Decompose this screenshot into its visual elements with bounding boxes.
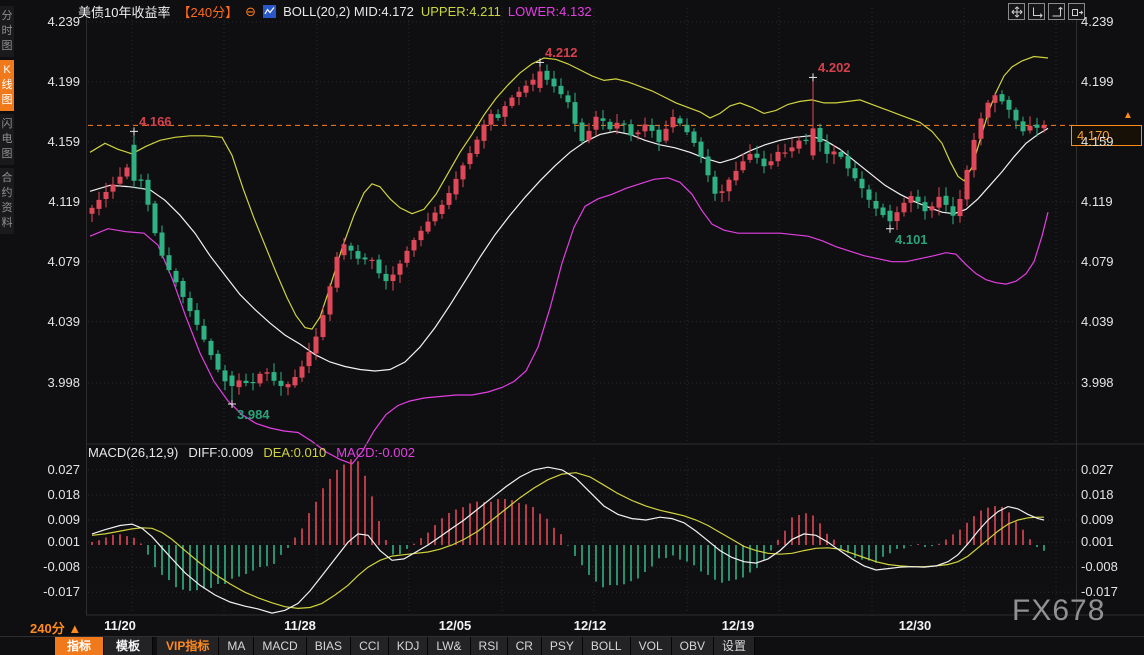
toolbar-item-指标[interactable]: 指标: [55, 637, 104, 655]
period-label[interactable]: 240分 ▲: [30, 618, 81, 637]
toolbar-item-模板[interactable]: 模板: [104, 637, 153, 655]
macd-diff-value: DIFF:0.009: [188, 445, 253, 460]
chart-canvas[interactable]: [0, 0, 1144, 655]
axis-label: -0.017: [1081, 584, 1118, 600]
sidebar-tab-char: 约: [2, 187, 13, 200]
sidebar-tab-3[interactable]: 闪电图: [0, 114, 14, 165]
fit-x-axis-icon[interactable]: [1028, 3, 1045, 20]
axis-label: 0.018: [1081, 487, 1114, 503]
sidebar-tab-char: 图: [2, 94, 13, 107]
axis-label: 4.039: [28, 314, 80, 330]
axis-label: 0.027: [28, 462, 80, 478]
sidebar-tab-2[interactable]: K线图: [0, 60, 14, 111]
axis-label: 4.199: [28, 74, 80, 90]
macd-params-label: MACD(26,12,9): [88, 445, 178, 460]
axis-label: 0.009: [1081, 512, 1114, 528]
axis-label: -0.008: [1081, 559, 1118, 575]
period-up-arrow-icon: ▲: [68, 621, 81, 636]
axis-label: 4.199: [1081, 74, 1114, 90]
axis-label: 4.079: [1081, 254, 1114, 270]
price-annotation-high: 4.202: [818, 60, 851, 75]
toolbar-item-设置[interactable]: 设置: [714, 637, 755, 655]
mini-chart-icon: [263, 5, 276, 18]
chart-header: 美债10年收益率 【240分】 ⊖ BOLL(20,2) MID:4.172 U…: [78, 3, 592, 19]
toolbar-item-VOL[interactable]: VOL: [631, 637, 672, 655]
toolbar-item-BIAS[interactable]: BIAS: [307, 637, 351, 655]
sidebar-tab-char: 分: [2, 10, 13, 23]
toolbar-item-KDJ[interactable]: KDJ: [389, 637, 429, 655]
x-axis-date-label: 11/20: [104, 618, 136, 633]
sidebar-tab-1[interactable]: 分时图: [0, 6, 14, 57]
kline-window: 分时图K线图闪电图合约资料 美债10年收益率 【240分】 ⊖ BOLL(20,…: [0, 0, 1144, 655]
macd-header: MACD(26,12,9) DIFF:0.009 DEA:0.010 MACD:…: [88, 445, 415, 460]
axis-label: -0.017: [28, 584, 80, 600]
x-axis-date-label: 11/28: [284, 618, 316, 633]
sidebar-tab-char: K: [3, 64, 10, 77]
axis-label: 0.009: [28, 512, 80, 528]
sidebar-tab-char: 料: [2, 217, 13, 230]
axis-label: 4.119: [28, 194, 80, 210]
axis-label: 4.119: [1081, 194, 1113, 210]
axis-label: 0.001: [28, 534, 80, 550]
axis-label: 0.027: [1081, 462, 1114, 478]
toolbar-item-RSI[interactable]: RSI: [471, 637, 508, 655]
price-alert-marker-icon: ▲: [1123, 110, 1133, 121]
sidebar-tab-char: 时: [2, 25, 13, 38]
x-axis-date-label: 12/05: [439, 618, 472, 633]
sidebar-tab-char: 线: [2, 79, 13, 92]
sidebar-tab-char: 图: [2, 40, 13, 53]
sidebar-tab-char: 图: [2, 148, 13, 161]
axis-label: 4.159: [1081, 134, 1114, 150]
toolbar-item-OBV[interactable]: OBV: [672, 637, 714, 655]
toolbar-item-PSY[interactable]: PSY: [542, 637, 583, 655]
axis-label: 4.039: [1081, 314, 1114, 330]
chart-type-sidebar: 分时图K线图闪电图合约资料: [0, 6, 14, 237]
axis-label: 4.079: [28, 254, 80, 270]
boll-lower-value: LOWER:4.132: [508, 4, 592, 19]
toolbar-item-CR[interactable]: CR: [508, 637, 542, 655]
axis-label: -0.008: [28, 559, 80, 575]
chart-window-controls: [1008, 3, 1085, 20]
macd-hist-value: MACD:-0.002: [336, 445, 415, 460]
toolbar-item-MACD[interactable]: MACD: [254, 637, 306, 655]
axis-label: 3.998: [1081, 375, 1114, 391]
toolbar-item-MA[interactable]: MA: [219, 637, 254, 655]
macd-dea-value: DEA:0.010: [263, 445, 326, 460]
axis-label: 4.159: [28, 134, 80, 150]
axis-label: 4.239: [1081, 14, 1114, 30]
period-text: 240分: [30, 621, 65, 636]
axis-label: 0.018: [28, 487, 80, 503]
boll-mid-value: BOLL(20,2) MID:4.172: [283, 4, 414, 19]
axis-label: 4.239: [28, 14, 80, 30]
fit-y-axis-icon[interactable]: [1048, 3, 1065, 20]
indicator-toolbar: 指标模板VIP指标MAMACDBIASCCIKDJLW&RSICRPSYBOLL…: [55, 637, 755, 655]
sidebar-tab-char: 电: [2, 133, 13, 146]
x-axis-date-label: 12/12: [574, 618, 607, 633]
price-annotation-low: 3.984: [237, 407, 270, 422]
period-tag: 【240分】: [177, 2, 238, 21]
sidebar-tab-char: 资: [2, 202, 13, 215]
pan-icon[interactable]: [1008, 3, 1025, 20]
axis-label: 0.001: [1081, 534, 1114, 550]
axis-label: 3.998: [28, 375, 80, 391]
toolbar-item-VIP指标[interactable]: VIP指标: [157, 637, 219, 655]
boll-upper-value: UPPER:4.211: [421, 4, 501, 19]
instrument-title: 美债10年收益率: [78, 2, 170, 21]
x-axis-date-label: 12/30: [899, 618, 932, 633]
toolbar-item-BOLL[interactable]: BOLL: [583, 637, 631, 655]
price-annotation-high: 4.166: [139, 114, 172, 129]
price-annotation-low: 4.101: [895, 232, 928, 247]
sidebar-tab-char: 合: [2, 172, 13, 185]
toolbar-item-LW&[interactable]: LW&: [428, 637, 470, 655]
sidebar-tab-char: 闪: [2, 118, 13, 131]
sidebar-tab-4[interactable]: 合约资料: [0, 168, 14, 234]
price-annotation-high: 4.212: [545, 45, 578, 60]
collapse-indicator-icon[interactable]: ⊖: [245, 5, 256, 18]
x-axis-date-label: 12/19: [722, 618, 755, 633]
toolbar-item-CCI[interactable]: CCI: [351, 637, 389, 655]
